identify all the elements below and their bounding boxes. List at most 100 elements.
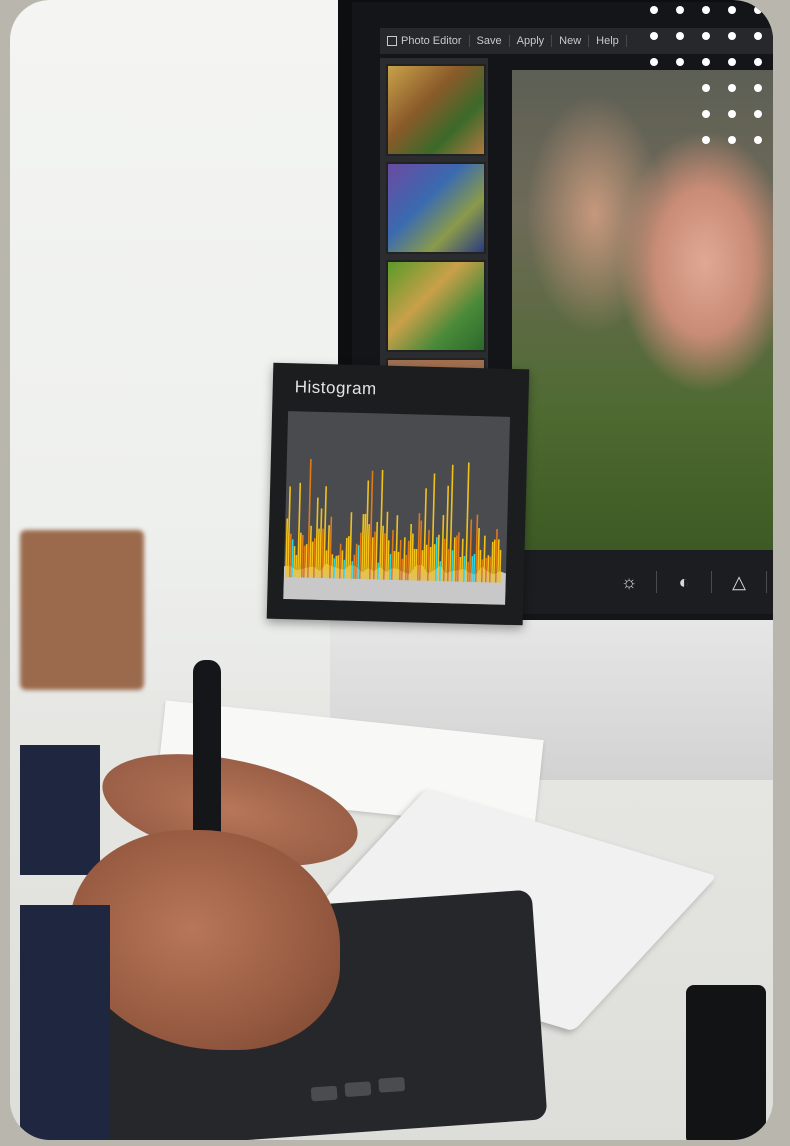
histogram-spike [362, 513, 367, 580]
decor-dot [702, 6, 710, 14]
menu-photo-editor[interactable]: Photo Editor [380, 35, 470, 47]
histogram-spike [442, 538, 446, 582]
histogram-spike [492, 539, 496, 583]
histogram-spike [400, 558, 404, 581]
histogram-spike [352, 554, 356, 579]
histogram-spike [388, 554, 392, 580]
sleeve-upper [20, 745, 100, 875]
decor-dot [754, 32, 762, 40]
histogram-spike [414, 548, 418, 581]
decor-dot [754, 110, 762, 118]
decor-dot [676, 58, 684, 66]
histogram-spike [300, 534, 304, 578]
decor-dot [728, 32, 736, 40]
decor-dot [728, 110, 736, 118]
sleeve-lower [20, 905, 110, 1140]
contrast-icon[interactable]: ◐ [673, 572, 695, 593]
histogram-spike [312, 538, 316, 578]
decor-dot [676, 6, 684, 14]
decor-dot [702, 58, 710, 66]
decor-dot [702, 84, 710, 92]
histogram-spike [310, 541, 314, 578]
histogram-spike [432, 544, 436, 581]
decor-dot [728, 58, 736, 66]
decor-dot [702, 136, 710, 144]
histogram-spike [446, 549, 450, 582]
histogram-spike [290, 539, 294, 578]
histogram-spike [438, 561, 442, 582]
histogram-spike [470, 556, 474, 582]
thumbnail-3[interactable] [386, 260, 486, 352]
histogram-spike [334, 555, 338, 579]
histogram-spike [408, 523, 413, 581]
histogram-spike [344, 537, 348, 579]
histogram-spike [294, 554, 298, 578]
menu-save[interactable]: Save [470, 35, 510, 47]
histogram-spike [486, 555, 490, 583]
histogram-spike [354, 543, 358, 579]
decor-dot [754, 84, 762, 92]
histogram-spike [472, 554, 476, 583]
histogram-spike [336, 555, 340, 579]
histogram-spike [462, 556, 466, 582]
thumbnail-1[interactable] [386, 64, 486, 156]
triangle-icon[interactable]: △ [728, 572, 750, 593]
tablet-button [310, 1085, 338, 1102]
histogram-spike [496, 539, 500, 583]
histogram-spike [490, 541, 494, 583]
histogram-spike [392, 550, 396, 580]
editor-tool-strip: ☼ ◐ △ [512, 550, 773, 614]
decor-dot [702, 32, 710, 40]
histogram-spike [498, 549, 502, 583]
decor-dot [650, 6, 658, 14]
decor-dot [728, 136, 736, 144]
brightness-icon[interactable]: ☼ [618, 572, 640, 593]
pen-cup [686, 985, 766, 1140]
histogram-spike [360, 514, 365, 580]
histogram-spike [468, 519, 473, 582]
histogram-spike [398, 539, 402, 581]
histogram-spike [332, 558, 336, 579]
histogram-spike [478, 549, 482, 583]
thumbnail-strip [380, 58, 488, 380]
histogram-spike [424, 544, 428, 581]
decor-dot [676, 32, 684, 40]
menu-new[interactable]: New [552, 35, 590, 47]
histogram-spike [330, 554, 334, 579]
menu-apply[interactable]: Apply [510, 35, 553, 47]
histogram-spike [302, 545, 306, 578]
histogram-spike [340, 550, 344, 579]
histogram-spike [460, 538, 464, 582]
decor-dot [728, 84, 736, 92]
histogram-spike [428, 547, 432, 581]
decor-dot [650, 58, 658, 66]
tablet-button [344, 1081, 372, 1098]
histogram-spike [370, 537, 374, 580]
histogram-spike [324, 550, 328, 579]
histogram-spike [458, 556, 462, 582]
tool-divider [656, 571, 657, 593]
menu-photo-editor-label: Photo Editor [401, 35, 462, 47]
photo-frame: Photo Editor Save Apply New Help ☼ ◐ △ H… [10, 0, 773, 1140]
decor-dot [754, 136, 762, 144]
histogram-spike [292, 546, 296, 578]
histogram-spike [484, 557, 488, 583]
decor-dot [754, 6, 762, 14]
decor-dot [728, 6, 736, 14]
histogram-chart [283, 458, 506, 605]
histogram-spike [356, 545, 360, 579]
thumbnail-2[interactable] [386, 162, 486, 254]
chair [20, 530, 144, 690]
tablet-button [378, 1076, 406, 1093]
histogram-spike [346, 536, 350, 579]
histogram-spike [488, 556, 492, 583]
decor-dot [702, 110, 710, 118]
histogram-spike [338, 543, 342, 579]
histogram-spike [386, 540, 390, 580]
decor-dot [650, 32, 658, 40]
histogram-spike [466, 561, 470, 582]
histogram-spike [420, 550, 424, 581]
tool-divider [711, 571, 712, 593]
histogram-spike [406, 540, 410, 581]
histogram-panel: Histogram [266, 362, 530, 626]
